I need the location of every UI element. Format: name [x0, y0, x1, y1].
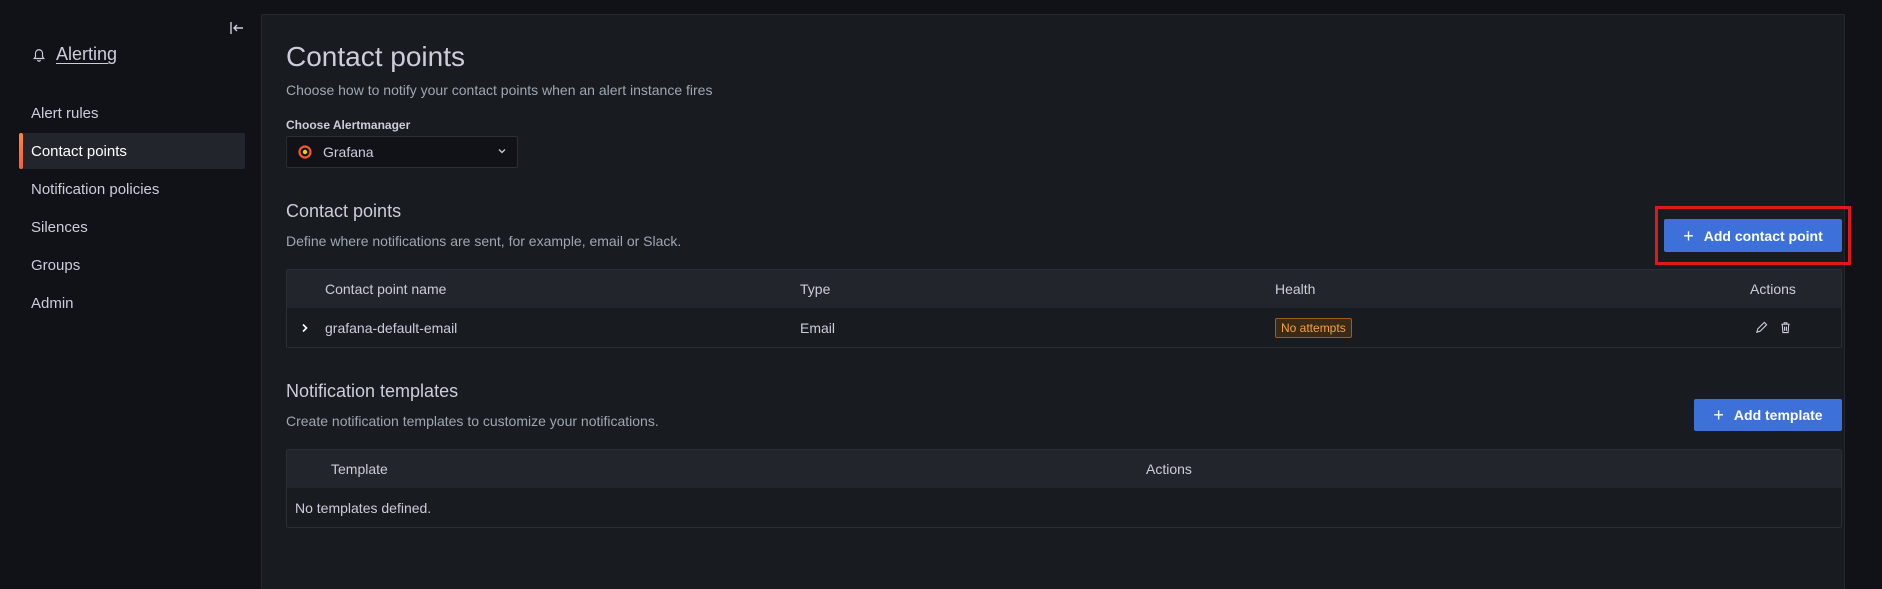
health-cell: No attempts [1275, 308, 1352, 347]
column-header: Health [1275, 281, 1316, 297]
empty-templates-message: No templates defined. [295, 499, 432, 516]
notification-templates-description: Create notification templates to customi… [286, 413, 659, 429]
contact-points-table: Contact point name Type Health Actions g… [286, 269, 1842, 348]
contact-point-name: grafana-default-email [325, 319, 458, 336]
page-title: Contact points [286, 41, 465, 72]
column-header: Contact point name [325, 281, 447, 297]
row-actions [1753, 308, 1793, 347]
table-header: Template Actions [287, 450, 1841, 488]
alertmanager-label: Choose Alertmanager [286, 118, 411, 132]
templates-table: Template Actions No templates defined. [286, 449, 1842, 528]
notification-templates-heading: Notification templates [286, 381, 459, 401]
alertmanager-value: Grafana [323, 144, 374, 160]
page-subtitle: Choose how to notify your contact points… [286, 82, 713, 98]
grafana-logo-icon [298, 145, 312, 159]
main-panel: Contact points Choose how to notify your… [261, 14, 1845, 589]
sidebar-item-alert-rules[interactable]: Alert rules [19, 95, 245, 131]
table-header: Contact point name Type Health Actions [287, 270, 1841, 308]
column-header: Type [800, 281, 831, 297]
highlight-box [1655, 206, 1851, 265]
table-row: No templates defined. [287, 488, 1841, 527]
sidebar-item-admin[interactable]: Admin [19, 285, 245, 321]
sidebar-item-notification-policies[interactable]: Notification policies [19, 171, 245, 207]
sidebar-title[interactable]: Alerting [32, 44, 117, 65]
expand-row-chevron-icon[interactable] [299, 308, 311, 347]
status-badge: No attempts [1275, 317, 1352, 338]
contact-points-heading: Contact points [286, 201, 402, 221]
table-row: grafana-default-email Email No attempts [287, 308, 1841, 347]
plus-icon: + [1713, 405, 1724, 425]
add-template-button[interactable]: + Add template [1694, 399, 1842, 431]
collapse-sidebar-icon[interactable] [228, 20, 246, 38]
chevron-down-icon [497, 146, 507, 159]
sidebar-title-label: Alerting [56, 44, 118, 64]
column-header: Template [331, 461, 388, 477]
bell-icon [33, 48, 45, 62]
add-template-label: Add template [1733, 407, 1823, 423]
trash-icon[interactable] [1777, 320, 1793, 336]
alertmanager-select[interactable]: Grafana [286, 136, 518, 168]
column-header: Actions [1146, 461, 1192, 477]
edit-icon[interactable] [1753, 320, 1769, 336]
contact-point-type: Email [800, 319, 836, 336]
contact-points-description: Define where notifications are sent, for… [286, 233, 682, 249]
sidebar-item-contact-points[interactable]: Contact points [19, 133, 245, 169]
sidebar: Alerting Alert rules Contact points Noti… [0, 0, 260, 589]
sidebar-item-silences[interactable]: Silences [19, 209, 245, 245]
sidebar-item-groups[interactable]: Groups [19, 247, 245, 283]
column-header: Actions [1750, 281, 1796, 297]
